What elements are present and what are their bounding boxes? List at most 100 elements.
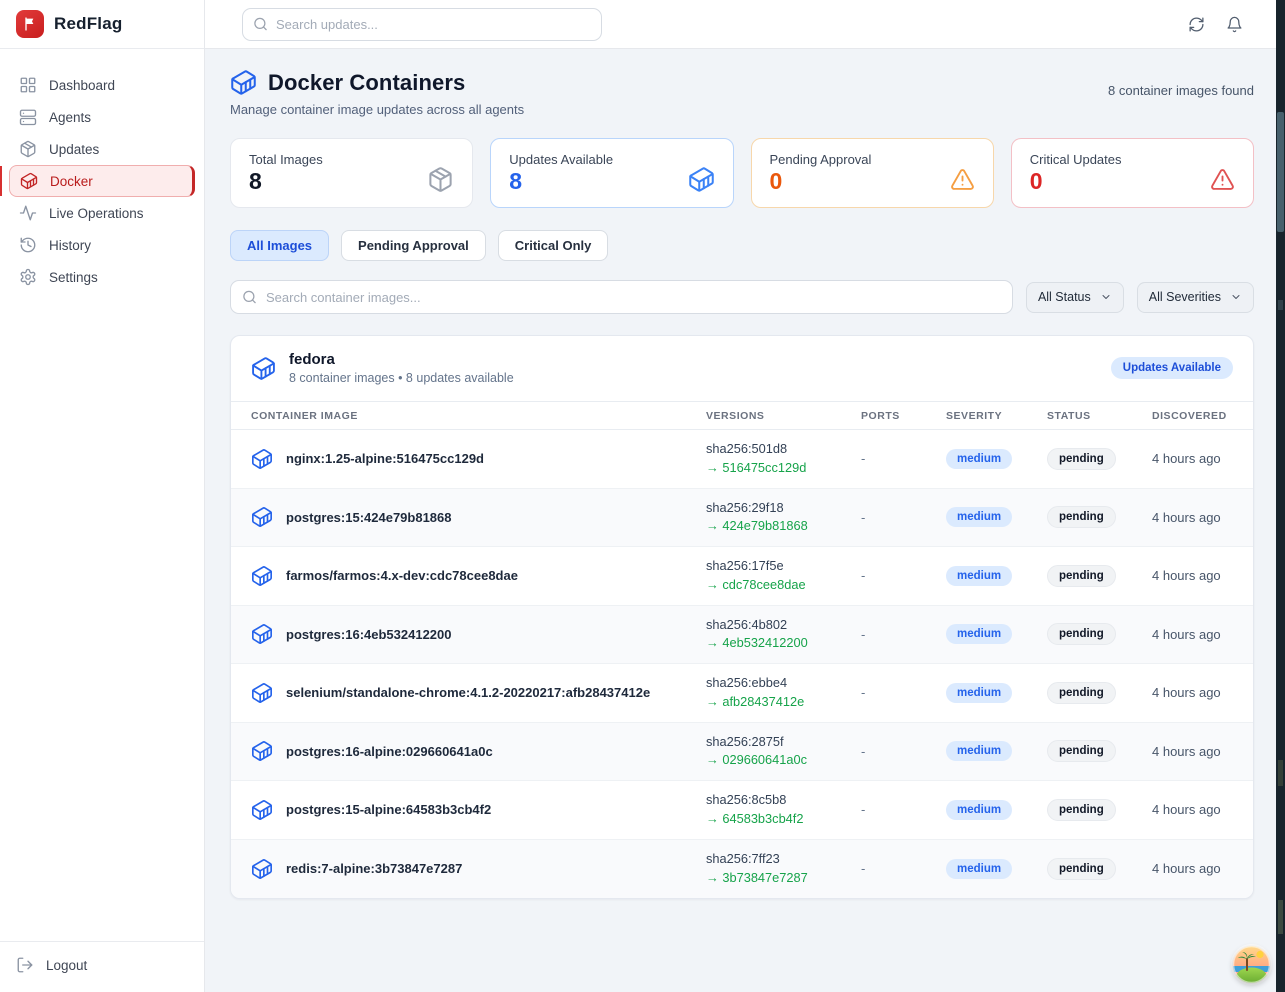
scrollbar[interactable] <box>1276 0 1285 992</box>
logout-button[interactable]: Logout <box>16 956 188 974</box>
current-version: sha256:17f5e <box>706 557 861 576</box>
column-header: Severity <box>946 410 1047 422</box>
stats-cards: Total Images 8 Updates Available 8 Pendi… <box>230 138 1254 208</box>
group-name: fedora <box>289 351 514 368</box>
table-row[interactable]: selenium/standalone-chrome:4.1.2-2022021… <box>231 664 1253 723</box>
sidebar-item-updates[interactable]: Updates <box>9 133 195 165</box>
discovered-time: 4 hours ago <box>1152 451 1233 466</box>
severity-filter-select[interactable]: All Severities <box>1137 282 1254 313</box>
global-search-input[interactable] <box>242 8 602 41</box>
sidebar-item-settings[interactable]: Settings <box>9 261 195 293</box>
filter-tabs: All Images Pending Approval Critical Onl… <box>230 230 1254 261</box>
container-icon <box>251 448 273 470</box>
current-version: sha256:7ff23 <box>706 850 861 869</box>
ports-value: - <box>861 510 946 525</box>
column-header: Versions <box>706 410 861 422</box>
discovered-time: 4 hours ago <box>1152 744 1233 759</box>
chevron-down-icon <box>1230 291 1242 303</box>
container-icon <box>251 623 273 645</box>
update-version: → 516475cc129d <box>706 459 861 478</box>
refresh-button[interactable] <box>1188 16 1205 33</box>
stat-value: 0 <box>1030 169 1122 194</box>
discovered-time: 4 hours ago <box>1152 627 1233 642</box>
severity-badge: medium <box>946 566 1012 586</box>
status-badge: pending <box>1047 623 1116 645</box>
discovered-time: 4 hours ago <box>1152 685 1233 700</box>
sidebar-item-label: Settings <box>49 270 98 285</box>
table-row[interactable]: redis:7-alpine:3b73847e7287 sha256:7ff23… <box>231 840 1253 899</box>
table-row[interactable]: postgres:16-alpine:029660641a0c sha256:2… <box>231 723 1253 782</box>
tab-critical-only[interactable]: Critical Only <box>498 230 609 261</box>
table-row[interactable]: nginx:1.25-alpine:516475cc129d sha256:50… <box>231 430 1253 489</box>
table-body: nginx:1.25-alpine:516475cc129d sha256:50… <box>231 430 1253 898</box>
topbar <box>205 0 1285 49</box>
table-header-row: Container Image Versions Ports Severity … <box>231 401 1253 430</box>
sidebar-item-dashboard[interactable]: Dashboard <box>9 69 195 101</box>
main-content: Docker Containers Manage container image… <box>205 49 1285 992</box>
severity-badge: medium <box>946 507 1012 527</box>
page-header: Docker Containers Manage container image… <box>230 69 1254 117</box>
status-badge: pending <box>1047 799 1116 821</box>
sidebar-item-label: Agents <box>49 110 91 125</box>
column-header: Discovered <box>1152 410 1233 422</box>
table-row[interactable]: postgres:15:424e79b81868 sha256:29f18 → … <box>231 489 1253 548</box>
logout-icon <box>16 956 34 974</box>
tab-all-images[interactable]: All Images <box>230 230 329 261</box>
container-icon <box>251 565 273 587</box>
results-count: 8 container images found <box>1108 83 1254 98</box>
image-group-card: fedora 8 container images • 8 updates av… <box>230 335 1254 899</box>
column-header: Container Image <box>251 410 706 422</box>
severity-badge: medium <box>946 859 1012 879</box>
stat-value: 0 <box>770 169 872 194</box>
image-name: postgres:15-alpine:64583b3cb4f2 <box>286 802 491 817</box>
sidebar: RedFlag Dashboard Agents Updates Docker … <box>0 0 205 992</box>
history-clock-icon <box>19 236 37 254</box>
update-version: → 029660641a0c <box>706 751 861 770</box>
status-filter-select[interactable]: All Status <box>1026 282 1124 313</box>
brand: RedFlag <box>0 0 204 49</box>
update-version: → 4eb532412200 <box>706 634 861 653</box>
current-version: sha256:501d8 <box>706 440 861 459</box>
scrollbar-thumb[interactable] <box>1277 112 1284 232</box>
notifications-button[interactable] <box>1226 16 1243 33</box>
ports-value: - <box>861 861 946 876</box>
status-filter-value: All Status <box>1038 290 1091 304</box>
stat-value: 8 <box>249 169 323 194</box>
sidebar-item-agents[interactable]: Agents <box>9 101 195 133</box>
sidebar-item-docker[interactable]: Docker <box>9 165 195 197</box>
severity-filter-value: All Severities <box>1149 290 1221 304</box>
table-row[interactable]: postgres:15-alpine:64583b3cb4f2 sha256:8… <box>231 781 1253 840</box>
island-extension-icon[interactable] <box>1233 946 1270 983</box>
status-badge: pending <box>1047 740 1116 762</box>
current-version: sha256:ebbe4 <box>706 674 861 693</box>
update-version: → afb28437412e <box>706 693 861 712</box>
image-name: postgres:16-alpine:029660641a0c <box>286 744 493 759</box>
ports-value: - <box>861 568 946 583</box>
sidebar-item-history[interactable]: History <box>9 229 195 261</box>
sidebar-item-live-operations[interactable]: Live Operations <box>9 197 195 229</box>
ports-value: - <box>861 744 946 759</box>
activity-icon <box>19 204 37 222</box>
tab-pending-approval[interactable]: Pending Approval <box>341 230 486 261</box>
image-search <box>230 280 1013 314</box>
stat-card-total-images: Total Images 8 <box>230 138 473 208</box>
table-row[interactable]: farmos/farmos:4.x-dev:cdc78cee8dae sha25… <box>231 547 1253 606</box>
stat-card-critical-updates: Critical Updates 0 <box>1011 138 1254 208</box>
severity-badge: medium <box>946 683 1012 703</box>
update-version: → cdc78cee8dae <box>706 576 861 595</box>
update-version: → 3b73847e7287 <box>706 869 861 888</box>
container-icon <box>251 682 273 704</box>
table-row[interactable]: postgres:16:4eb532412200 sha256:4b802 → … <box>231 606 1253 665</box>
severity-badge: medium <box>946 800 1012 820</box>
chevron-down-icon <box>1100 291 1112 303</box>
logout-label: Logout <box>46 958 87 973</box>
updates-available-badge: Updates Available <box>1111 357 1233 379</box>
sidebar-item-label: Live Operations <box>49 206 144 221</box>
image-search-input[interactable] <box>230 280 1013 314</box>
package-icon <box>427 166 454 193</box>
severity-badge: medium <box>946 624 1012 644</box>
server-icon <box>19 108 37 126</box>
ports-value: - <box>861 627 946 642</box>
alert-triangle-icon <box>950 167 975 192</box>
ports-value: - <box>861 802 946 817</box>
